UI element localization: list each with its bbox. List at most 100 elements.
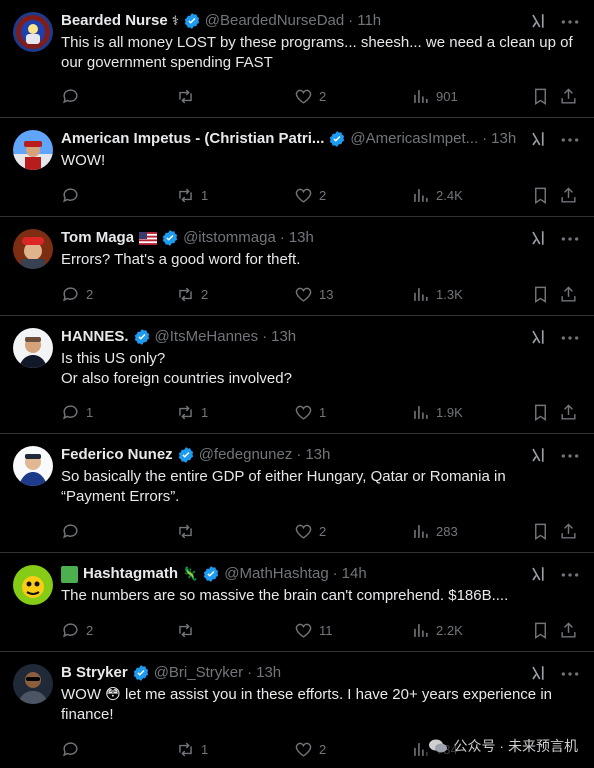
display-name[interactable]: American Impetus - (Christian Patri... [61,129,324,149]
user-handle[interactable]: @ItsMeHannes [155,327,259,347]
views-button[interactable]: 283 [411,521,458,541]
avatar[interactable] [13,229,53,269]
avatar[interactable] [13,664,53,704]
bookmark-button[interactable] [531,86,550,106]
reply-icon [63,404,78,419]
retweet-button[interactable]: 2 [176,284,208,304]
views-chart-icon [414,188,428,202]
share-button[interactable] [559,86,578,106]
reply-button[interactable]: 1 [61,402,93,422]
retweet-button[interactable] [176,620,201,640]
avatar[interactable] [13,328,53,368]
share-button[interactable] [559,185,578,205]
more-options-icon[interactable] [560,14,580,30]
display-name[interactable]: Hashtagmath [83,564,178,584]
like-button[interactable]: 11 [294,620,333,640]
more-options-icon[interactable] [560,448,580,464]
reply-button[interactable] [61,739,86,759]
retweet-button[interactable]: 1 [176,402,208,422]
retweet-button[interactable]: 1 [176,185,208,205]
timestamp[interactable]: 13h [271,327,296,347]
user-handle[interactable]: @itstommaga [183,228,276,248]
tweet-card[interactable]: Federico Nunez @fedegnunez · 13h So basi… [0,434,594,553]
tweet-card[interactable]: HANNES. @ItsMeHannes · 13h Is this US on… [0,316,594,434]
grok-icon[interactable] [530,130,548,148]
views-count: 2.2K [436,622,463,638]
retweet-button[interactable]: 1 [176,739,208,759]
user-handle[interactable]: @fedegnunez [199,445,293,465]
more-options-icon[interactable] [560,231,580,247]
reply-count: 2 [86,286,94,302]
tweet-card[interactable]: Bearded Nurse ⚕ @BeardedNurseDad · 11h T… [0,0,594,118]
bookmark-button[interactable] [531,620,550,640]
reply-button[interactable] [61,86,86,106]
avatar[interactable] [13,130,53,170]
grok-icon[interactable] [530,446,548,464]
more-options-icon[interactable] [560,567,580,583]
wechat-watermark: 公众号 · 未来预言机 [423,734,582,758]
timestamp[interactable]: 13h [305,445,330,465]
timestamp[interactable]: 13h [491,129,516,149]
timestamp[interactable]: 13h [289,228,314,248]
timestamp[interactable]: 11h [357,11,381,31]
bookmark-button[interactable] [531,185,550,205]
user-handle[interactable]: @MathHashtag [224,564,328,584]
grok-icon[interactable] [530,664,548,682]
user-handle[interactable]: @BeardedNurseDad [205,11,344,31]
display-name[interactable]: Bearded Nurse [61,11,168,31]
views-button[interactable]: 901 [411,86,458,106]
display-name[interactable]: HANNES. [61,327,129,347]
avatar[interactable] [13,12,53,52]
timestamp[interactable]: 14h [342,564,367,584]
retweet-icon [179,188,192,202]
grok-icon[interactable] [530,229,548,247]
share-button[interactable] [559,284,578,304]
verified-badge-icon [204,566,219,582]
like-button[interactable]: 2 [294,739,326,759]
share-button[interactable] [559,402,578,422]
display-name[interactable]: Tom Maga [61,228,134,248]
retweet-button[interactable] [176,521,201,541]
like-button[interactable]: 1 [294,402,326,422]
more-options-icon[interactable] [560,330,580,346]
like-button[interactable]: 2 [294,185,326,205]
like-button[interactable]: 13 [294,284,333,304]
reply-button[interactable]: 2 [61,284,93,304]
bookmark-button[interactable] [531,521,550,541]
display-name[interactable]: Federico Nunez [61,445,173,465]
bookmark-button[interactable] [531,284,550,304]
display-name[interactable]: B Stryker [61,663,128,683]
avatar[interactable] [13,446,53,486]
share-button[interactable] [559,521,578,541]
like-button[interactable]: 2 [294,86,326,106]
views-button[interactable]: 1.3K [411,284,463,304]
reply-button[interactable]: 2 [61,620,93,640]
tweet-text-line: our government spending FAST [61,54,273,71]
views-count: 901 [436,88,458,104]
tweet-card[interactable]: Hashtagmath 🦎 @MathHashtag · 14h The num… [0,553,594,652]
tweet-card[interactable]: Tom Maga @itstommaga · 13h Errors? That'… [0,217,594,316]
verified-badge-icon [162,230,178,246]
views-button[interactable]: 2.4K [411,185,463,205]
reply-button[interactable] [61,185,86,205]
more-options-icon[interactable] [560,132,580,148]
views-button[interactable]: 1.9K [411,402,463,422]
bookmark-button[interactable] [531,402,550,422]
share-button[interactable] [559,620,578,640]
user-handle[interactable]: @Bri_Stryker [154,663,243,683]
heart-icon [295,742,312,757]
reply-button[interactable] [61,521,86,541]
share-icon [561,285,576,302]
avatar[interactable] [13,565,53,605]
tweet-card[interactable]: American Impetus - (Christian Patri... @… [0,118,594,217]
views-button[interactable]: 2.2K [411,620,463,640]
grok-icon[interactable] [530,12,548,30]
grok-icon[interactable] [530,565,548,583]
retweet-button[interactable] [176,86,201,106]
heart-icon [295,287,312,302]
like-button[interactable]: 2 [294,521,326,541]
grok-icon[interactable] [530,328,548,346]
timestamp[interactable]: 13h [256,663,281,683]
more-options-icon[interactable] [560,666,580,682]
user-handle[interactable]: @AmericasImpet... [350,129,478,149]
